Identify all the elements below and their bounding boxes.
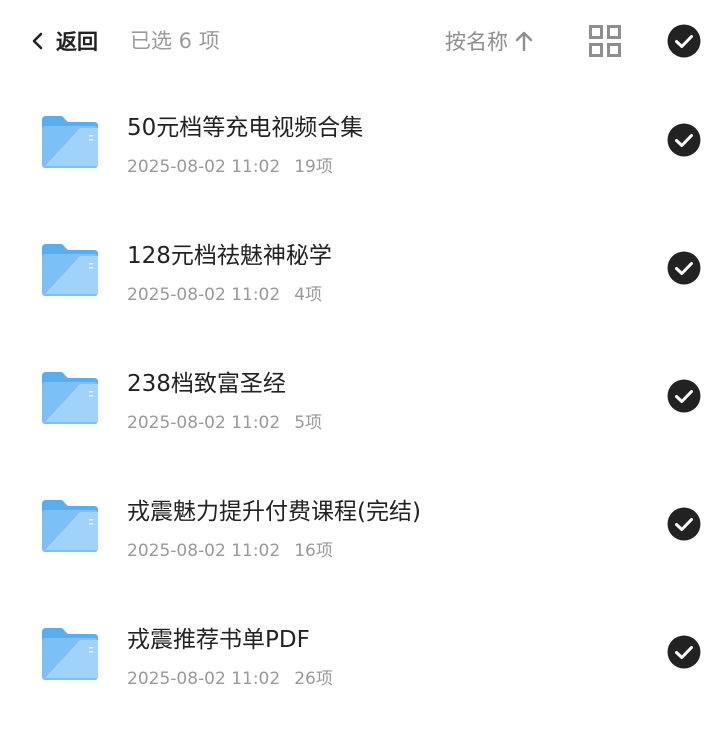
file-item-count: 26项 <box>294 669 333 689</box>
file-date: 2025-08-02 11:02 <box>127 285 281 305</box>
row-check-icon[interactable] <box>667 251 701 285</box>
row-check-icon[interactable] <box>667 507 701 541</box>
row-check-icon[interactable] <box>667 123 701 157</box>
file-name: 50元档等充电视频合集 <box>127 115 364 141</box>
folder-icon <box>42 116 98 168</box>
file-date: 2025-08-02 11:02 <box>127 157 281 177</box>
file-meta: 2025-08-02 11:02 4项 <box>127 280 322 305</box>
file-item-count: 19项 <box>294 157 333 177</box>
row-check-icon[interactable] <box>667 379 701 413</box>
chevron-left-icon <box>32 32 43 50</box>
file-date: 2025-08-02 11:02 <box>127 669 281 689</box>
file-row[interactable]: 戎震推荐书单PDF 2025-08-02 11:02 26项 <box>0 608 712 736</box>
file-name: 戎震魅力提升付费课程(完结) <box>127 499 421 525</box>
file-row[interactable]: 戎震魅力提升付费课程(完结) 2025-08-02 11:02 16项 <box>0 480 712 608</box>
file-meta: 2025-08-02 11:02 16项 <box>127 536 333 561</box>
sort-label: 按名称 <box>445 30 508 54</box>
top-bar: 返回 已选 6 项 按名称 <box>0 0 712 82</box>
grid-view-icon[interactable] <box>588 24 622 58</box>
select-all-check-icon[interactable] <box>667 24 701 58</box>
file-meta: 2025-08-02 11:02 19项 <box>127 152 333 177</box>
arrow-up-icon <box>515 31 533 52</box>
selected-count: 已选 6 项 <box>130 29 220 53</box>
back-label: 返回 <box>56 30 98 54</box>
sort-by-name-button[interactable]: 按名称 <box>445 24 534 58</box>
file-name: 128元档祛魅神秘学 <box>127 243 332 269</box>
folder-icon <box>42 244 98 296</box>
file-item-count: 16项 <box>294 541 333 561</box>
file-name: 戎震推荐书单PDF <box>127 627 310 653</box>
file-meta: 2025-08-02 11:02 26项 <box>127 664 333 689</box>
folder-icon <box>42 628 98 680</box>
row-check-icon[interactable] <box>667 635 701 669</box>
folder-icon <box>42 372 98 424</box>
file-date: 2025-08-02 11:02 <box>127 413 281 433</box>
file-name: 238档致富圣经 <box>127 371 286 397</box>
file-row[interactable]: 128元档祛魅神秘学 2025-08-02 11:02 4项 <box>0 224 712 352</box>
file-date: 2025-08-02 11:02 <box>127 541 281 561</box>
file-row[interactable]: 238档致富圣经 2025-08-02 11:02 5项 <box>0 352 712 480</box>
file-meta: 2025-08-02 11:02 5项 <box>127 408 322 433</box>
file-item-count: 4项 <box>294 285 323 305</box>
file-item-count: 5项 <box>294 413 323 433</box>
back-button[interactable]: 返回 <box>28 24 98 58</box>
file-row[interactable]: 50元档等充电视频合集 2025-08-02 11:02 19项 <box>0 96 712 224</box>
folder-icon <box>42 500 98 552</box>
